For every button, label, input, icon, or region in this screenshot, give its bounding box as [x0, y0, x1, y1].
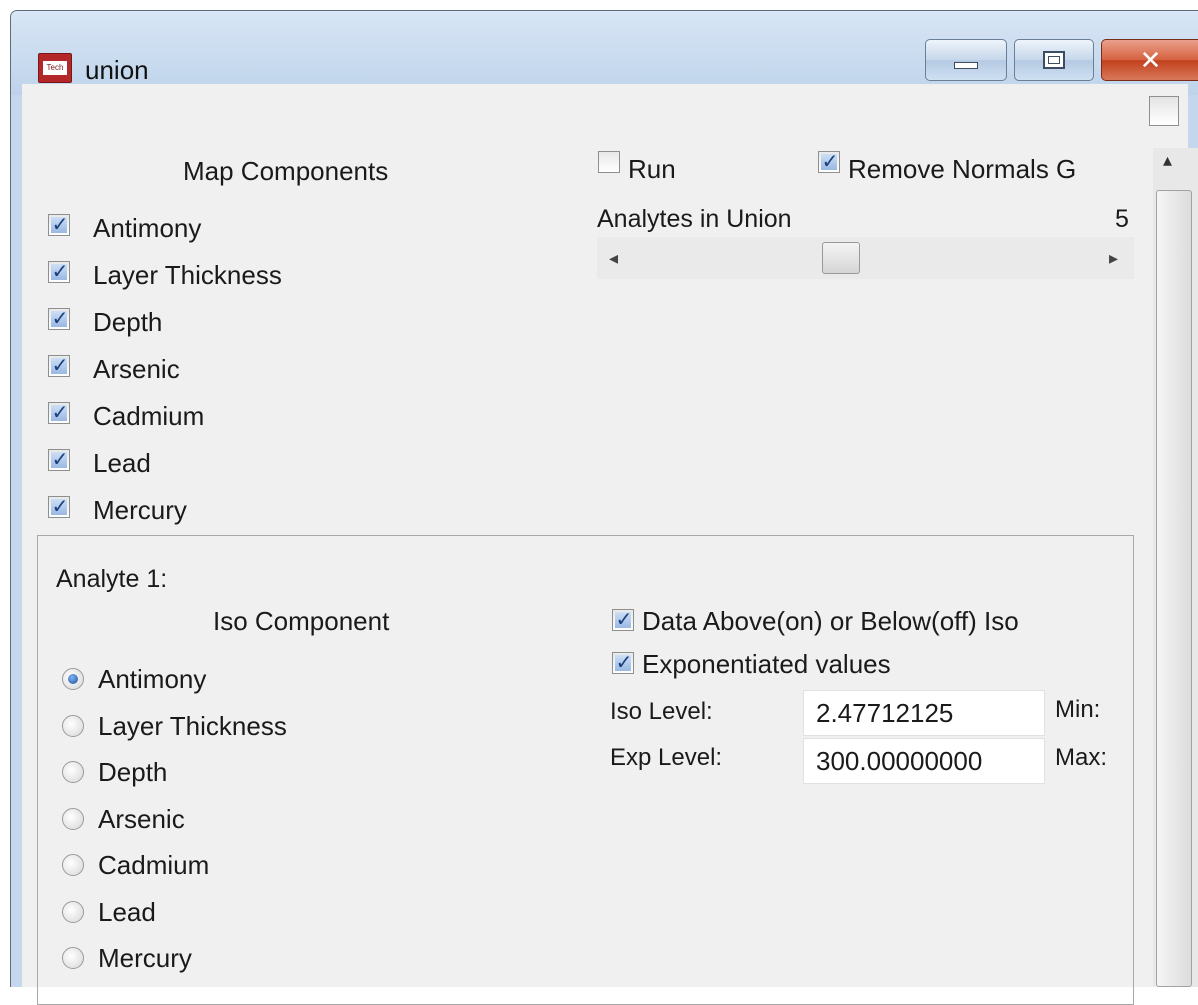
check-icon: ✓: [51, 355, 69, 377]
check-icon: ✓: [51, 214, 69, 236]
iso-component-radio[interactable]: [62, 900, 84, 923]
iso-component-label: Antimony: [98, 664, 207, 694]
map-component-checkbox[interactable]: ✓: [48, 402, 70, 424]
map-component-label: Antimony: [93, 213, 202, 243]
app-icon[interactable]: Tech: [38, 53, 72, 83]
left-arrow-icon[interactable]: ◂: [609, 243, 618, 273]
check-icon: ✓: [51, 402, 69, 424]
analytes-slider[interactable]: ◂ ▸: [597, 237, 1134, 279]
map-component-label: Arsenic: [93, 354, 180, 384]
vertical-scrollbar[interactable]: ▴: [1153, 148, 1198, 987]
iso-component-label: Cadmium: [98, 850, 210, 880]
map-component-checkbox[interactable]: ✓: [48, 449, 70, 471]
check-icon: ✓: [615, 652, 633, 674]
check-icon: ✓: [51, 449, 69, 471]
iso-component-radio[interactable]: [62, 668, 84, 690]
max-label: Max:: [1055, 744, 1108, 771]
remove-normals-checkbox[interactable]: ✓: [818, 151, 840, 173]
map-component-checkbox[interactable]: ✓: [48, 261, 70, 283]
exp-level-label: Exp Level:: [610, 744, 723, 771]
exponentiated-checkbox[interactable]: ✓: [612, 652, 634, 674]
title-bar[interactable]: Tech union ✕: [11, 11, 1198, 95]
close-icon: ✕: [1139, 45, 1162, 75]
iso-level-label: Iso Level:: [610, 698, 713, 725]
scrollbar-thumb[interactable]: [1156, 190, 1192, 987]
maximize-icon: [1043, 51, 1065, 69]
map-component-label: Cadmium: [93, 401, 205, 431]
iso-component-label: Depth: [98, 757, 168, 787]
map-component-label: Depth: [93, 307, 163, 337]
iso-component-radio[interactable]: [62, 761, 84, 783]
minimize-button[interactable]: [925, 39, 1007, 81]
check-icon: ✓: [51, 496, 69, 518]
check-icon: ✓: [821, 151, 839, 173]
iso-component-heading: Iso Component: [213, 606, 390, 636]
iso-level-field[interactable]: 2.47712125: [803, 690, 1045, 736]
map-components-heading: Map Components: [183, 156, 389, 186]
map-component-label: Lead: [93, 448, 151, 478]
data-above-checkbox[interactable]: ✓: [612, 609, 634, 631]
map-component-checkbox[interactable]: ✓: [48, 496, 70, 518]
slider-thumb[interactable]: [822, 242, 860, 274]
analyte-group-label: Analyte 1:: [56, 565, 168, 593]
iso-component-radio[interactable]: [62, 947, 84, 969]
map-component-label: Mercury: [93, 495, 187, 525]
run-checkbox[interactable]: [598, 151, 620, 173]
check-icon: ✓: [615, 609, 633, 631]
run-label: Run: [628, 154, 676, 184]
map-component-checkbox[interactable]: ✓: [48, 308, 70, 330]
app-icon-text: Tech: [43, 61, 67, 75]
analytes-in-union-value: 5: [1115, 205, 1129, 233]
right-arrow-icon[interactable]: ▸: [1109, 243, 1118, 273]
map-component-checkbox[interactable]: ✓: [48, 355, 70, 377]
corner-checkbox[interactable]: [1149, 96, 1179, 126]
data-above-label: Data Above(on) or Below(off) Iso: [642, 606, 1019, 636]
iso-component-radio[interactable]: [62, 854, 84, 876]
check-icon: ✓: [51, 261, 69, 283]
map-component-label: Layer Thickness: [93, 260, 282, 290]
check-icon: ✓: [51, 308, 69, 330]
up-arrow-icon[interactable]: ▴: [1163, 150, 1172, 171]
maximize-button[interactable]: [1014, 39, 1094, 81]
exp-level-field[interactable]: 300.00000000: [803, 738, 1045, 784]
analytes-in-union-label: Analytes in Union: [597, 205, 792, 233]
remove-normals-label: Remove Normals G: [848, 154, 1077, 184]
iso-component-label: Lead: [98, 896, 156, 927]
iso-component-label: Layer Thickness: [98, 710, 287, 741]
iso-component-radio[interactable]: [62, 807, 84, 830]
minimize-icon: [954, 62, 978, 69]
iso-component-radio[interactable]: [62, 714, 84, 737]
close-button[interactable]: ✕: [1101, 39, 1198, 81]
min-label: Min:: [1055, 696, 1101, 723]
exponentiated-label: Exponentiated values: [642, 649, 891, 679]
iso-component-label: Arsenic: [98, 803, 185, 834]
window-title: union: [85, 55, 149, 85]
iso-component-label: Mercury: [98, 943, 192, 973]
map-component-checkbox[interactable]: ✓: [48, 214, 70, 236]
